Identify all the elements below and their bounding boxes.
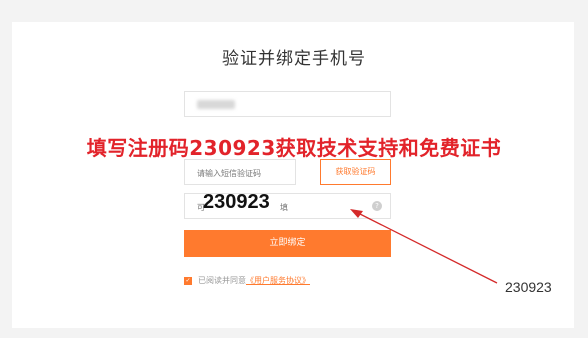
page-title: 验证并绑定手机号	[222, 49, 366, 69]
agree-checkbox[interactable]: ✓	[184, 276, 192, 285]
sms-code-input[interactable]: 请输入短信验证码	[184, 159, 296, 185]
agree-text: 已阅读并同意	[198, 276, 246, 285]
phone-number-blurred	[197, 100, 235, 109]
code-overlay: 230923	[203, 191, 270, 213]
terms-link[interactable]: 《用户服务协议》	[246, 276, 310, 285]
agreement-row: ✓ 已阅读并同意《用户服务协议》	[184, 275, 310, 286]
promo-banner: 填写注册码230923获取技术支持和免费证书	[86, 136, 502, 160]
side-code-label: 230923	[505, 279, 552, 295]
bind-button[interactable]: 立即绑定	[184, 230, 391, 257]
help-icon[interactable]: ?	[372, 201, 382, 211]
phone-field[interactable]	[184, 91, 391, 117]
invite-placeholder-suffix: 填	[280, 203, 288, 212]
get-code-button[interactable]: 获取验证码	[320, 159, 391, 185]
